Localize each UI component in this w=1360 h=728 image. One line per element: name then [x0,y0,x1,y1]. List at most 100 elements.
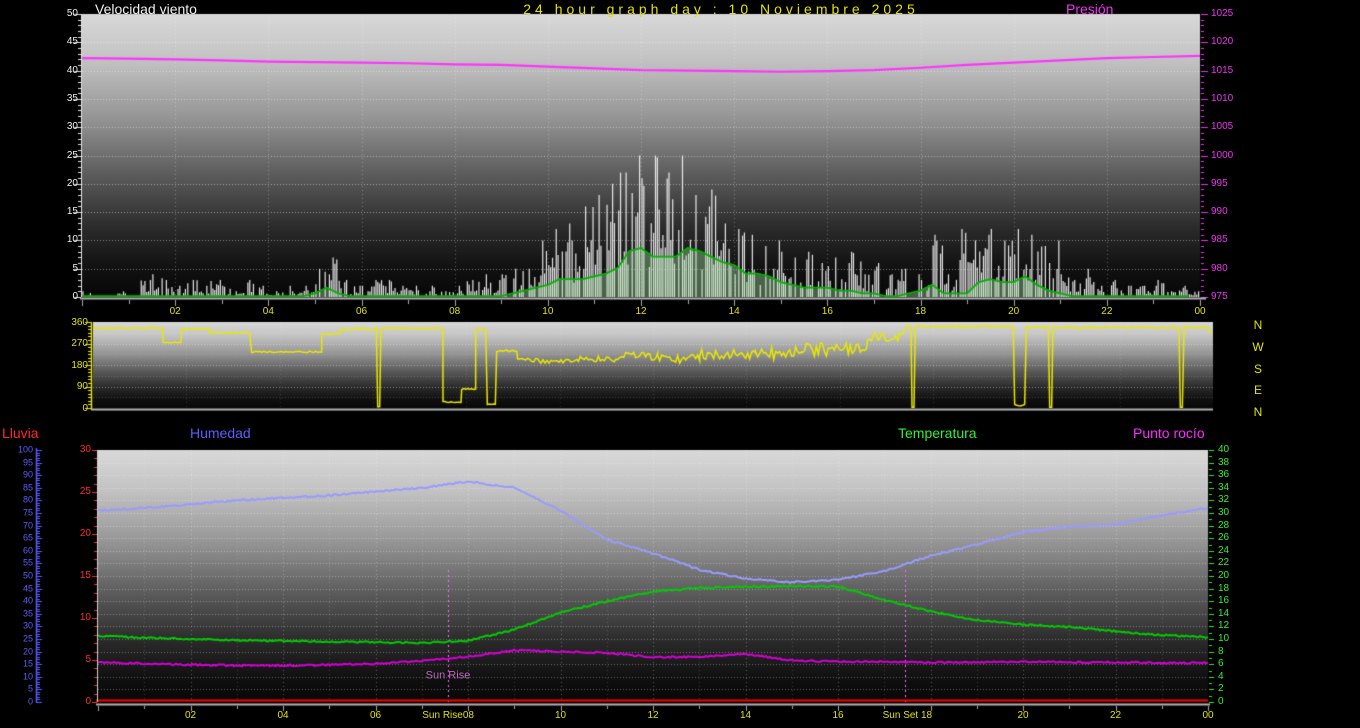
temperature-title: Temperatura [898,426,977,440]
bottom-x-hour-label: 06 [370,711,381,721]
temperature-axis-label: 14 [1218,609,1229,619]
rain-axis-label: 0 [85,697,91,707]
humidity-axis-label: 60 [23,546,33,555]
wind-speed-title: Velocidad viento [95,2,197,16]
temperature-axis-label: 0 [1218,697,1224,707]
wind-direction-axis-label: 270 [71,339,88,349]
wind-x-hour-label: 06 [356,307,367,317]
wind-x-hour-label: 16 [822,307,833,317]
pressure-axis-label: 995 [1211,179,1228,189]
wind-speed-axis-label: 40 [67,66,78,76]
compass-label: N [1254,319,1263,331]
temperature-axis-label: 40 [1218,445,1229,455]
humidity-axis-label: 10 [23,672,33,681]
bottom-x-hour-label: 20 [1017,711,1028,721]
humidity-axis-label: 35 [23,609,33,618]
wind-x-hour-label: 12 [635,307,646,317]
wind-x-hour-label: 18 [915,307,926,317]
humidity-axis-label: 50 [23,572,33,581]
wind-direction-axis-label: 0 [82,404,88,414]
wind-x-hour-label: 14 [729,307,740,317]
compass-label: W [1252,341,1263,353]
rain-title: Lluvia [2,426,39,440]
humidity-axis-label: 95 [23,458,33,467]
temperature-axis-label: 8 [1218,647,1224,657]
bottom-x-hour-label: 14 [740,711,751,721]
rain-axis-label: 25 [80,487,91,497]
temperature-axis-label: 30 [1218,508,1229,518]
compass-label: E [1254,384,1262,396]
humidity-axis-label: 45 [23,584,33,593]
wind-speed-axis-label: 5 [72,264,78,274]
pressure-axis-label: 1015 [1211,66,1233,76]
graph-date-title: 24 hour graph day : 10 Noviembre 2025 [523,2,919,16]
wind-speed-axis-label: 25 [67,151,78,161]
wind-speed-axis-label: 35 [67,94,78,104]
compass-label: S [1254,363,1262,375]
dew-point-title: Punto rocío [1133,426,1205,440]
pressure-axis-label: 1020 [1211,37,1233,47]
humidity-axis-label: 90 [23,471,33,480]
rain-axis-label: 15 [80,571,91,581]
pressure-axis-label: 1005 [1211,122,1233,132]
humidity-title: Humedad [190,426,251,440]
temperature-axis-label: 4 [1218,672,1224,682]
bottom-x-hour-label: 00 [1202,711,1213,721]
wind-direction-axis-label: 90 [77,382,88,392]
bottom-x-hour-label: 04 [277,711,288,721]
wind-speed-axis-label: 0 [72,292,78,302]
rain-axis-label: 30 [80,445,91,455]
bottom-x-hour-label: 10 [555,711,566,721]
wind-x-hour-label: 22 [1101,307,1112,317]
temperature-axis-label: 38 [1218,458,1229,468]
rain-axis-label: 5 [85,655,91,665]
temperature-axis-label: 12 [1218,621,1229,631]
pressure-axis-label: 980 [1211,264,1228,274]
wind-direction-axis-label: 360 [71,318,88,328]
temperature-axis-label: 16 [1218,596,1229,606]
wind-speed-axis-label: 20 [67,179,78,189]
pressure-axis-label: 985 [1211,235,1228,245]
weather-graphs-canvas [0,0,1360,728]
wind-x-hour-label: 20 [1008,307,1019,317]
pressure-axis-label: 975 [1211,292,1228,302]
temperature-axis-label: 28 [1218,521,1229,531]
pressure-axis-label: 1025 [1211,9,1233,19]
pressure-axis-label: 1010 [1211,94,1233,104]
wind-direction-axis-label: 180 [71,361,88,371]
humidity-axis-label: 80 [23,496,33,505]
humidity-axis-label: 55 [23,559,33,568]
humidity-axis-label: 40 [23,597,33,606]
temperature-axis-label: 20 [1218,571,1229,581]
humidity-axis-label: 25 [23,635,33,644]
wind-speed-axis-label: 45 [67,37,78,47]
pressure-axis-label: 990 [1211,207,1228,217]
wind-x-hour-label: 02 [170,307,181,317]
wind-x-hour-label: 00 [1194,307,1205,317]
wind-x-hour-label: 04 [263,307,274,317]
humidity-axis-label: 70 [23,521,33,530]
humidity-axis-label: 5 [28,685,33,694]
temperature-axis-label: 36 [1218,470,1229,480]
temperature-axis-label: 22 [1218,558,1229,568]
wind-x-hour-label: 10 [542,307,553,317]
temperature-axis-label: 10 [1218,634,1229,644]
wind-x-hour-label: 08 [449,307,460,317]
rain-axis-label: 20 [80,529,91,539]
humidity-axis-label: 75 [23,509,33,518]
wind-speed-axis-label: 30 [67,122,78,132]
humidity-axis-label: 20 [23,647,33,656]
rain-axis-label: 10 [80,613,91,623]
bottom-x-hour-label: 02 [185,711,196,721]
bottom-x-hour-label: 22 [1110,711,1121,721]
wind-speed-axis-label: 10 [67,235,78,245]
temperature-axis-label: 26 [1218,533,1229,543]
bottom-x-hour-label: Sun Rise08 [422,711,474,721]
wind-speed-axis-label: 15 [67,207,78,217]
temperature-axis-label: 34 [1218,483,1229,493]
temperature-axis-label: 2 [1218,684,1224,694]
humidity-axis-label: 100 [18,446,33,455]
temperature-axis-label: 32 [1218,495,1229,505]
temperature-axis-label: 18 [1218,584,1229,594]
humidity-axis-label: 65 [23,534,33,543]
